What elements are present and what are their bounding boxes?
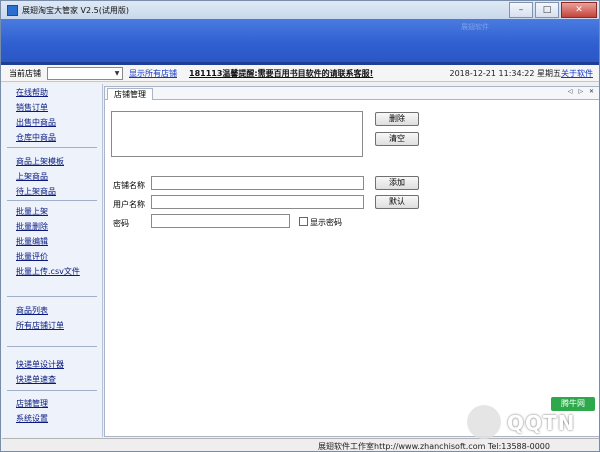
close-button[interactable]: ✕ xyxy=(561,2,597,18)
sidebar-divider xyxy=(7,147,97,148)
username-field[interactable] xyxy=(151,195,364,209)
sidebar-item-online-help[interactable]: 在线帮助 xyxy=(16,87,48,98)
show-password-label: 显示密码 xyxy=(310,218,342,227)
app-window: 展翅淘宝大管家 V2.5(试用版) – □ ✕ 展翅软件 当前店铺 ▼ 显示所有… xyxy=(0,0,600,452)
sidebar-item-in-warehouse[interactable]: 仓库中商品 xyxy=(16,132,56,143)
title-bar[interactable]: 展翅淘宝大管家 V2.5(试用版) – □ ✕ xyxy=(1,1,599,19)
logo-q-icon xyxy=(467,405,501,439)
announcement-text[interactable]: 181113温馨提醒:需要百用书目软件的请联系客服! xyxy=(189,68,373,79)
sidebar-item-batch-upload-csv[interactable]: 批量上传.csv文件 xyxy=(16,266,80,277)
sidebar-item-listing-template[interactable]: 商品上架模板 xyxy=(16,156,64,167)
logo-text: QQTN xyxy=(507,411,576,435)
header-banner: 展翅软件 xyxy=(1,19,599,65)
about-link[interactable]: 关于软件 xyxy=(561,68,593,79)
sidebar-item-store-management[interactable]: 店铺管理 xyxy=(16,398,48,409)
sidebar-item-system-settings[interactable]: 系统设置 xyxy=(16,413,48,424)
sidebar-item-batch-list[interactable]: 批量上架 xyxy=(16,206,48,217)
window-title: 展翅淘宝大管家 V2.5(试用版) xyxy=(22,5,129,15)
app-icon xyxy=(7,4,18,16)
sidebar-divider xyxy=(7,200,97,201)
sidebar-item-batch-review[interactable]: 批量评价 xyxy=(16,251,48,262)
tab-strip: 店铺管理 ◁ ▷ ✕ xyxy=(105,87,599,100)
show-all-stores-link[interactable]: 显示所有店铺 xyxy=(129,68,177,79)
clear-button[interactable]: 清空 xyxy=(375,132,419,146)
sidebar-item-waybill-lookup[interactable]: 快递单速查 xyxy=(16,374,56,385)
datetime-display: 2018-12-21 11:34:22 星期五 xyxy=(449,69,561,78)
tab-scroll-controls[interactable]: ◁ ▷ ✕ xyxy=(568,88,596,95)
logo-subtitle: 腾牛网 xyxy=(551,397,595,411)
sidebar-item-all-store-orders[interactable]: 所有店铺订单 xyxy=(16,320,64,331)
store-name-field[interactable] xyxy=(151,176,364,190)
chevron-down-icon[interactable]: ▼ xyxy=(112,68,122,79)
sidebar-divider xyxy=(7,390,97,391)
delete-button[interactable]: 删除 xyxy=(375,112,419,126)
store-list-box[interactable] xyxy=(111,111,363,157)
default-button[interactable]: 默认 xyxy=(375,195,419,209)
sidebar-item-batch-edit[interactable]: 批量编辑 xyxy=(16,236,48,247)
store-select[interactable]: ▼ xyxy=(47,66,123,80)
sidebar-item-on-sale[interactable]: 出售中商品 xyxy=(16,117,56,128)
banner-watermark: 展翅软件 xyxy=(461,23,489,31)
username-label: 用户名称 xyxy=(113,200,145,209)
sidebar-divider xyxy=(7,346,97,347)
add-button[interactable]: 添加 xyxy=(375,176,419,190)
password-field[interactable] xyxy=(151,214,290,228)
store-management-panel: 店铺管理 ◁ ▷ ✕ 删除 清空 店铺名称 添加 用户名称 默认 密码 显示密码 xyxy=(104,86,599,437)
window-controls: – □ ✕ xyxy=(509,2,597,18)
sidebar-item-pending-list[interactable]: 待上架商品 xyxy=(16,186,56,197)
sidebar-item-waybill-designer[interactable]: 快递单设计器 xyxy=(16,359,64,370)
sidebar-item-product-list[interactable]: 商品列表 xyxy=(16,305,48,316)
current-store-label: 当前店铺 xyxy=(9,68,41,78)
watermark-logo: QQTN 腾牛网 xyxy=(467,397,595,445)
tab-store-management[interactable]: 店铺管理 xyxy=(107,88,153,100)
password-label: 密码 xyxy=(113,219,129,228)
sidebar-item-batch-delete[interactable]: 批量删除 xyxy=(16,221,48,232)
sidebar: 在线帮助 销售订单 出售中商品 仓库中商品 商品上架模板 上架商品 待上架商品 … xyxy=(2,84,103,437)
info-bar: 当前店铺 ▼ 显示所有店铺 181113温馨提醒:需要百用书目软件的请联系客服!… xyxy=(1,65,599,82)
sidebar-item-sales-orders[interactable]: 销售订单 xyxy=(16,102,48,113)
store-name-label: 店铺名称 xyxy=(113,181,145,190)
maximize-button[interactable]: □ xyxy=(535,2,559,18)
sidebar-item-list-product[interactable]: 上架商品 xyxy=(16,171,48,182)
sidebar-divider xyxy=(7,296,97,297)
minimize-button[interactable]: – xyxy=(509,2,533,18)
show-password-checkbox[interactable] xyxy=(299,217,308,226)
